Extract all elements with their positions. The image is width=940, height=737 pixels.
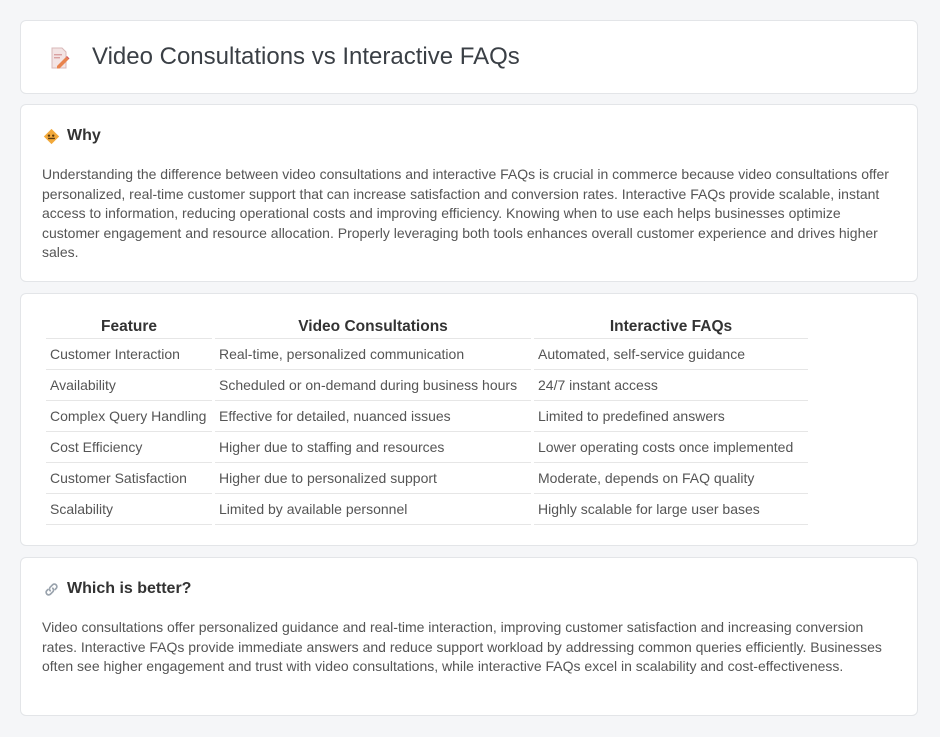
document-pencil-icon: [51, 47, 70, 69]
table-row: Scalability Limited by available personn…: [46, 494, 808, 525]
column-header-feature: Feature: [46, 314, 212, 339]
table-row: Customer Satisfaction Higher due to pers…: [46, 463, 808, 494]
table-cell: Higher due to staffing and resources: [215, 432, 531, 463]
table-cell: Effective for detailed, nuanced issues: [215, 401, 531, 432]
table-cell: Automated, self-service guidance: [534, 339, 808, 370]
comparison-card: Feature Video Consultations Interactive …: [20, 293, 918, 546]
table-cell: Customer Satisfaction: [46, 463, 212, 494]
table-cell: Scheduled or on-demand during business h…: [215, 370, 531, 401]
link-icon: [45, 582, 58, 596]
which-is-better-section: Which is better? Video consultations off…: [20, 557, 918, 716]
why-text: Understanding the difference between vid…: [42, 166, 889, 260]
table-row: Cost Efficiency Higher due to staffing a…: [46, 432, 808, 463]
table-cell: Limited by available personnel: [215, 494, 531, 525]
table-row: Complex Query Handling Effective for det…: [46, 401, 808, 432]
table-cell: Customer Interaction: [46, 339, 212, 370]
which-is-better-heading: Which is better?: [67, 580, 192, 597]
table-cell: Cost Efficiency: [46, 432, 212, 463]
table-cell: Lower operating costs once implemented: [534, 432, 808, 463]
table-cell: Limited to predefined answers: [534, 401, 808, 432]
warning-sign-icon: [43, 128, 60, 144]
page-title: Video Consultations vs Interactive FAQs: [92, 43, 520, 70]
table-cell: Real-time, personalized communication: [215, 339, 531, 370]
table-cell: Higher due to personalized support: [215, 463, 531, 494]
why-section: Why Understanding the difference between…: [20, 104, 918, 282]
table-row: Availability Scheduled or on-demand duri…: [46, 370, 808, 401]
table-cell: 24/7 instant access: [534, 370, 808, 401]
table-cell: Complex Query Handling: [46, 401, 212, 432]
which-is-better-text: Video consultations offer personalized g…: [42, 619, 882, 674]
table-cell: Availability: [46, 370, 212, 401]
table-header-row: Feature Video Consultations Interactive …: [46, 314, 808, 339]
table-cell: Scalability: [46, 494, 212, 525]
table-cell: Moderate, depends on FAQ quality: [534, 463, 808, 494]
column-header-video-consultations: Video Consultations: [215, 314, 531, 339]
table-row: Customer Interaction Real-time, personal…: [46, 339, 808, 370]
table-cell: Highly scalable for large user bases: [534, 494, 808, 525]
comparison-table: Feature Video Consultations Interactive …: [43, 314, 811, 525]
header-card: Video Consultations vs Interactive FAQs: [20, 20, 918, 94]
column-header-interactive-faqs: Interactive FAQs: [534, 314, 808, 339]
why-heading: Why: [67, 127, 101, 144]
